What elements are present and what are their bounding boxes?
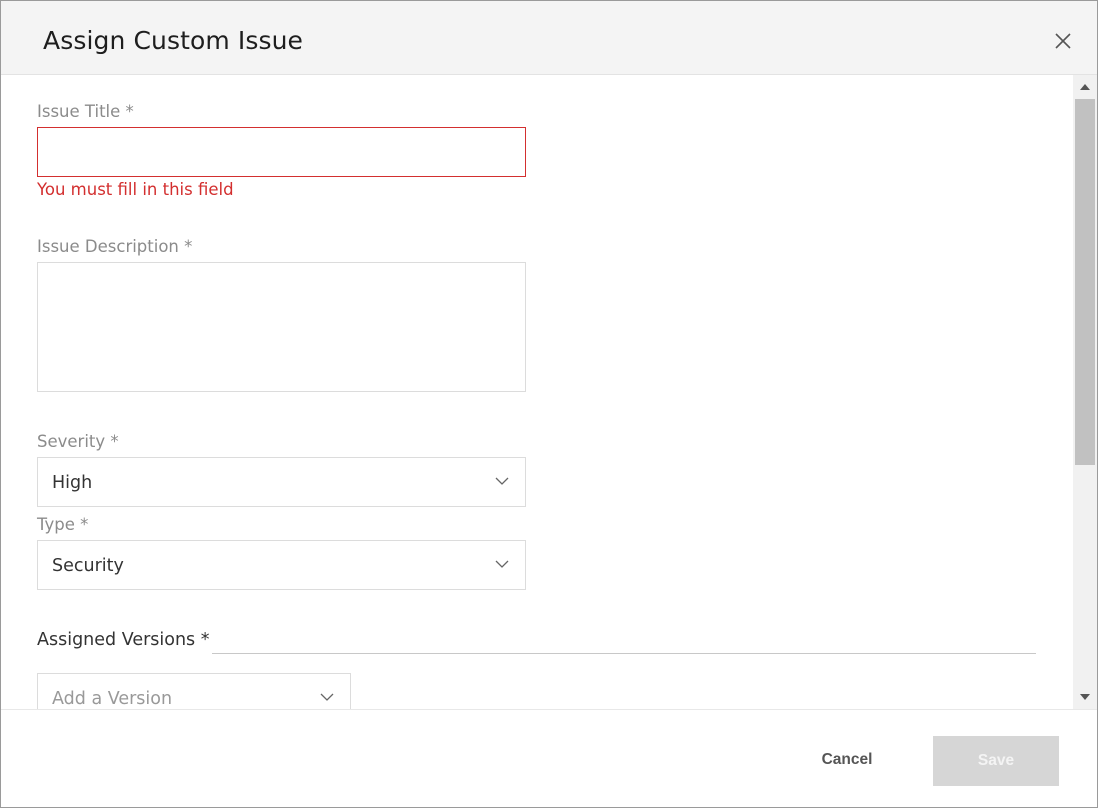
- chevron-down-icon: [495, 560, 509, 568]
- issue-description-textarea[interactable]: [37, 262, 526, 392]
- assigned-versions-title: Assigned Versions *: [37, 630, 210, 650]
- assign-custom-issue-dialog: Assign Custom Issue Issue Title * You mu…: [0, 0, 1098, 808]
- dialog-footer: Cancel Save: [1, 709, 1097, 807]
- section-divider: [212, 653, 1036, 654]
- add-version-placeholder: Add a Version: [52, 689, 173, 709]
- dialog-title: Assign Custom Issue: [43, 26, 304, 55]
- arrow-down-icon[interactable]: [1079, 693, 1091, 701]
- severity-select[interactable]: High: [37, 457, 526, 507]
- vertical-scrollbar[interactable]: [1073, 75, 1097, 709]
- type-value: Security: [52, 556, 124, 576]
- severity-label: Severity *: [37, 432, 119, 451]
- scrollbar-thumb[interactable]: [1075, 99, 1095, 465]
- cancel-button[interactable]: Cancel: [801, 737, 893, 783]
- close-button[interactable]: [1051, 29, 1075, 53]
- issue-title-input[interactable]: [37, 127, 526, 177]
- save-button[interactable]: Save: [933, 736, 1059, 786]
- dialog-header: Assign Custom Issue: [1, 1, 1097, 75]
- dialog-body: Issue Title * You must fill in this fiel…: [1, 75, 1073, 709]
- type-label: Type *: [37, 515, 89, 534]
- severity-value: High: [52, 473, 93, 493]
- arrow-up-icon[interactable]: [1079, 83, 1091, 91]
- issue-title-error: You must fill in this field: [37, 180, 234, 199]
- type-select[interactable]: Security: [37, 540, 526, 590]
- add-version-select[interactable]: Add a Version: [37, 673, 351, 709]
- issue-title-label: Issue Title *: [37, 102, 134, 121]
- chevron-down-icon: [495, 477, 509, 485]
- chevron-down-icon: [320, 693, 334, 701]
- issue-description-label: Issue Description *: [37, 237, 193, 256]
- close-icon: [1055, 33, 1071, 49]
